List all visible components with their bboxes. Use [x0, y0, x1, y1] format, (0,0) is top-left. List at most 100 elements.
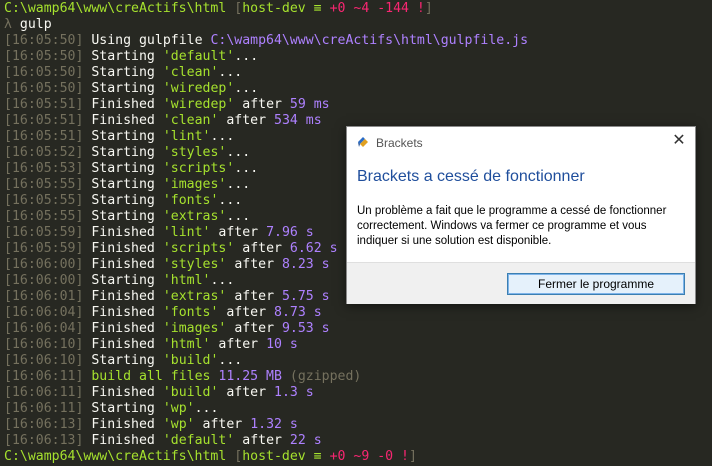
log-after: after [218, 305, 274, 320]
prompt-line-bottom: C:\wamp64\www\creActifs\html [host-dev ≡… [0, 449, 712, 465]
branch-open: [ [226, 449, 243, 464]
task-name: 'extras' [162, 289, 227, 304]
log-timestamp: [16:05:50] [4, 33, 84, 48]
prompt-path: C:\wamp64\www\creActifs\html [4, 449, 227, 464]
log-after: ... [210, 129, 235, 144]
task-name: 'wp' [162, 417, 195, 432]
task-name: 'html' [162, 337, 211, 352]
task-name: 'default' [162, 433, 235, 448]
log-verb: Starting [91, 161, 155, 176]
task-name: 'clean' [162, 65, 219, 80]
log-verb: Using gulpfile [91, 33, 203, 48]
brackets-app-icon [356, 135, 370, 149]
log-timestamp: [16:05:51] [4, 113, 84, 128]
log-line: [16:05:50] Using gulpfile C:\wamp64\www\… [0, 33, 712, 49]
terminal-window[interactable]: C:\wamp64\www\creActifs\html [host-dev ≡… [0, 0, 712, 466]
log-verb: Finished [91, 305, 155, 320]
log-after: after [226, 257, 282, 272]
log-timestamp: [16:06:13] [4, 433, 84, 448]
task-name: 'lint' [162, 129, 211, 144]
log-after: ... [234, 81, 259, 96]
command-text: gulp [19, 17, 52, 32]
task-duration: 1.3 s [274, 385, 314, 400]
log-after: ... [218, 65, 243, 80]
branch-open: [ [226, 1, 243, 16]
task-duration: 6.62 s [289, 241, 338, 256]
log-line: [16:06:13] Finished 'wp' after 1.32 s [0, 417, 712, 433]
log-line: [16:05:50] Starting 'default'... [0, 49, 712, 65]
log-timestamp: [16:06:01] [4, 289, 84, 304]
log-line: [16:06:04] Finished 'fonts' after 8.73 s [0, 305, 712, 321]
log-verb: Finished [91, 321, 155, 336]
log-after: after [194, 417, 251, 432]
prompt-line-top: C:\wamp64\www\creActifs\html [host-dev ≡… [0, 1, 712, 17]
branch-close: ] [424, 1, 433, 16]
log-verb: Starting [91, 129, 155, 144]
close-program-button[interactable]: Fermer le programme [507, 273, 685, 295]
log-timestamp: [16:05:50] [4, 81, 84, 96]
log-verb: Finished [91, 241, 155, 256]
git-stat-modified: ~4 [345, 1, 370, 16]
log-after: after [234, 433, 290, 448]
build-message: build all files [91, 369, 211, 384]
log-after: after [234, 97, 290, 112]
crash-dialog: Brackets ✕ Brackets a cessé de fonctionn… [346, 126, 696, 304]
log-verb: Finished [91, 97, 155, 112]
log-timestamp: [16:05:55] [4, 177, 84, 192]
log-timestamp: [16:06:04] [4, 321, 84, 336]
log-verb: Starting [91, 193, 155, 208]
log-timestamp: [16:06:11] [4, 369, 84, 384]
close-icon[interactable]: ✕ [671, 133, 687, 149]
git-stat-deleted: -0 [369, 449, 394, 464]
log-timestamp: [16:06:13] [4, 417, 84, 432]
task-name: 'wiredep' [162, 97, 235, 112]
log-timestamp: [16:05:59] [4, 241, 84, 256]
log-after: after [210, 225, 267, 240]
build-size: 11.25 MB [218, 369, 282, 384]
task-name: 'wiredep' [162, 81, 235, 96]
task-duration: 8.23 s [281, 257, 330, 272]
log-after: ... [234, 161, 259, 176]
build-gzipped-note: (gzipped) [281, 369, 362, 384]
log-after: after [218, 385, 274, 400]
dialog-titlebar[interactable]: Brackets ✕ [347, 127, 695, 157]
log-after: ... [218, 193, 243, 208]
log-verb: Starting [91, 209, 155, 224]
log-after: ... [226, 177, 251, 192]
log-after: after [218, 113, 274, 128]
task-name: 'scripts' [162, 161, 235, 176]
log-verb: Starting [91, 145, 155, 160]
log-line: [16:06:10] Finished 'html' after 10 s [0, 337, 712, 353]
log-timestamp: [16:05:55] [4, 193, 84, 208]
log-after: ... [210, 273, 235, 288]
branch-sync-symbol: ≡ [305, 1, 330, 16]
task-duration: 534 ms [274, 113, 322, 128]
log-after: after [234, 241, 290, 256]
log-line: [16:06:11] Starting 'wp'... [0, 401, 712, 417]
git-stat-added: +0 [329, 1, 346, 16]
dialog-title: Brackets [376, 136, 423, 150]
gulpfile-path: C:\wamp64\www\creActifs\html\gulpfile.js [210, 33, 529, 48]
log-verb: Starting [91, 65, 155, 80]
log-timestamp: [16:06:10] [4, 337, 84, 352]
task-duration: 59 ms [289, 97, 330, 112]
task-name: 'styles' [162, 257, 227, 272]
task-name: 'lint' [162, 225, 211, 240]
task-name: 'fonts' [162, 305, 219, 320]
log-verb: Finished [91, 385, 155, 400]
git-stat-bang: ! [393, 449, 409, 464]
log-verb: Starting [91, 353, 155, 368]
log-verb: Finished [91, 257, 155, 272]
branch-sync-symbol: ≡ [305, 449, 330, 464]
log-timestamp: [16:06:11] [4, 385, 84, 400]
task-duration: 7.96 s [266, 225, 314, 240]
log-timestamp: [16:06:10] [4, 353, 84, 368]
task-name: 'images' [162, 177, 227, 192]
task-duration: 5.75 s [281, 289, 330, 304]
log-line: [16:05:50] Starting 'clean'... [0, 65, 712, 81]
task-duration: 22 s [289, 433, 322, 448]
log-line: [16:06:04] Finished 'images' after 9.53 … [0, 321, 712, 337]
log-timestamp: [16:05:55] [4, 209, 84, 224]
log-after: ... [234, 49, 259, 64]
log-verb: Starting [91, 49, 155, 64]
